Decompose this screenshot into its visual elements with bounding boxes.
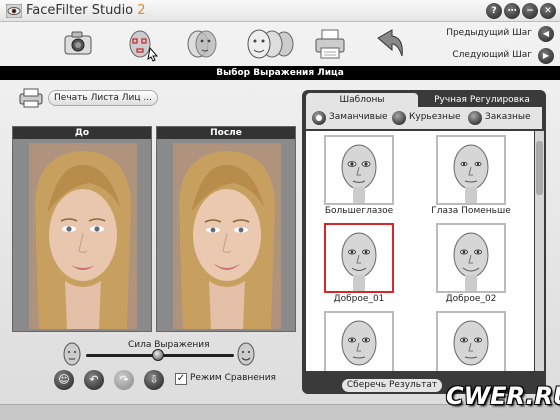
app-title-text: FaceFilter Studio — [26, 3, 134, 18]
template-face-image — [324, 135, 394, 205]
smile-button[interactable]: ☺ — [54, 370, 74, 390]
printer-icon[interactable] — [312, 26, 348, 62]
template-thumb[interactable]: Глаза Поменьше — [431, 135, 511, 221]
template-caption: Доброе_01 — [333, 294, 385, 304]
strength-label: Сила Выражения — [128, 340, 210, 350]
app-window: FaceFilter Studio 2 ? ⋯ − ✕ Предыдущий Ш… — [0, 0, 560, 420]
template-caption: Большеглазое — [324, 206, 394, 216]
undo-button[interactable]: ↶ — [84, 370, 104, 390]
template-face-image — [324, 223, 394, 293]
print-sheet-label: Печать Листа Лиц ... — [48, 90, 158, 106]
before-panel: До — [12, 126, 152, 332]
expression-faces-icon[interactable] — [244, 26, 296, 62]
section-title: Выбор Выражения Лица — [0, 66, 560, 80]
export-button[interactable]: ⇩ — [144, 370, 164, 390]
help-button[interactable]: ? — [486, 3, 502, 19]
share-icon[interactable] — [372, 26, 408, 62]
template-face-image — [436, 311, 506, 371]
filter-radio-custom[interactable] — [468, 111, 482, 125]
prev-arrow-icon[interactable]: ◀ — [538, 26, 554, 42]
close-button[interactable]: ✕ — [540, 3, 556, 19]
after-photo — [173, 143, 281, 329]
filter-label-custom: Заказные — [485, 112, 531, 122]
filter-label-funny: Курьезные — [409, 112, 461, 122]
print-sheet-icon — [19, 88, 43, 108]
template-scrollbar[interactable] — [535, 131, 544, 371]
strength-slider-thumb[interactable] — [152, 349, 164, 361]
before-photo — [29, 143, 137, 329]
next-step-link[interactable]: Следующий Шаг — [452, 50, 532, 60]
eye-logo-icon — [6, 4, 22, 18]
template-thumb[interactable] — [436, 311, 506, 371]
filter-bar: Заманчивые Курьезные Заказные — [306, 107, 542, 129]
face-morph-icon[interactable] — [184, 26, 220, 62]
toolbar: Предыдущий Шаг ◀ Следующий Шаг ▶ — [0, 22, 560, 66]
tab-templates[interactable]: Шаблоны — [306, 93, 418, 107]
camera-icon[interactable] — [60, 26, 96, 62]
template-thumb-selected[interactable]: Доброе_01 — [324, 223, 394, 309]
watermark: CWER.RU — [446, 382, 560, 410]
templates-panel: Шаблоны Ручная Регулировка Заманчивые Ку… — [302, 90, 546, 394]
filter-radio-alluring[interactable] — [312, 111, 326, 125]
print-sheet-button[interactable]: Печать Листа Лиц ... — [18, 88, 158, 108]
template-face-image — [436, 223, 506, 293]
after-header: После — [157, 127, 295, 139]
scrollbar-thumb[interactable] — [536, 141, 543, 195]
neutral-face-icon — [63, 342, 81, 366]
template-face-image — [324, 311, 394, 371]
minimize-button[interactable]: − — [522, 3, 538, 19]
filter-radio-funny[interactable] — [392, 111, 406, 125]
filter-label-alluring: Заманчивые — [329, 112, 388, 122]
template-caption: Глаза Поменьше — [431, 206, 511, 216]
after-panel: После — [156, 126, 296, 332]
save-result-button[interactable]: Сберечь Результат — [342, 379, 442, 392]
compare-checkbox[interactable]: ✓ — [175, 373, 187, 385]
before-header: До — [13, 127, 151, 139]
template-thumb[interactable]: Большеглазое — [324, 135, 394, 221]
template-grid: Большеглазое Глаза Поменьше Доброе_01 До… — [306, 131, 534, 371]
face-points-icon[interactable] — [124, 26, 160, 62]
template-face-image — [436, 135, 506, 205]
expressive-face-icon — [237, 342, 255, 366]
app-version: 2 — [137, 3, 146, 18]
template-thumb[interactable] — [324, 311, 394, 371]
next-arrow-icon[interactable]: ▶ — [538, 48, 554, 64]
template-thumb[interactable]: Доброе_02 — [436, 223, 506, 309]
options-button[interactable]: ⋯ — [504, 3, 520, 19]
compare-mode-label: Режим Сравнения — [190, 373, 276, 383]
redo-button[interactable]: ↷ — [114, 370, 134, 390]
title-bar: FaceFilter Studio 2 ? ⋯ − ✕ — [0, 0, 560, 22]
template-caption: Доброе_02 — [445, 294, 497, 304]
app-title: FaceFilter Studio 2 — [26, 3, 146, 18]
prev-step-link[interactable]: Предыдущий Шаг — [446, 28, 532, 38]
tab-manual-adjust[interactable]: Ручная Регулировка — [422, 93, 542, 107]
